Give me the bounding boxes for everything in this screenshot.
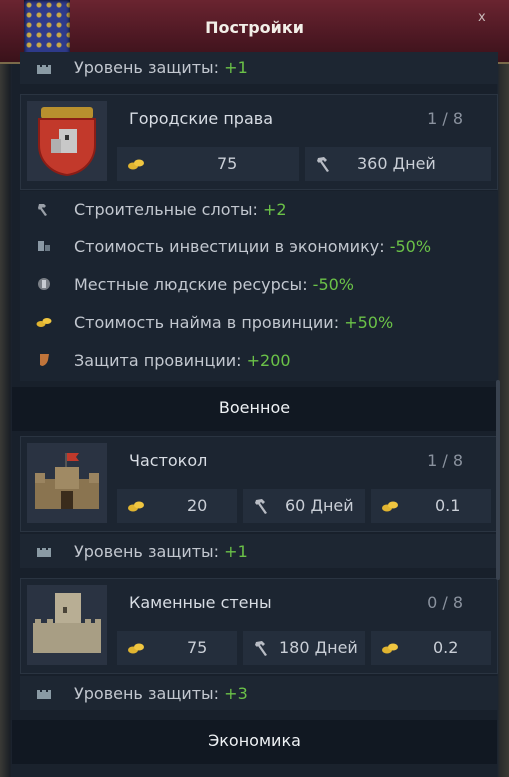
effect-row: Строительные слоты: +2 xyxy=(20,192,498,226)
building-card-city-rights[interactable]: Городские права 1 / 8 75 360 Дней xyxy=(20,94,498,190)
hammer-icon xyxy=(255,499,267,514)
effect-value: +1 xyxy=(224,542,248,561)
upkeep-value: 0.2 xyxy=(433,638,459,657)
effect-value: +200 xyxy=(246,351,291,370)
effect-row: Стоимость найма в провинции: +50% xyxy=(20,305,498,339)
panel-bottom xyxy=(12,764,497,777)
section-header-economy: Экономика xyxy=(12,720,497,764)
scrollbar-thumb[interactable] xyxy=(496,380,500,580)
effect-text: Уровень защиты: +3 xyxy=(74,684,248,703)
time-value: 60 Дней xyxy=(285,496,354,515)
fortress-icon xyxy=(37,548,51,557)
time-pill: 360 Дней xyxy=(305,147,491,181)
building-level: 1 / 8 xyxy=(427,109,463,128)
gold-coins-icon xyxy=(382,501,398,512)
manpower-icon xyxy=(38,278,50,290)
building-level: 1 / 8 xyxy=(427,451,463,470)
building-name: Каменные стены xyxy=(129,593,272,612)
effect-value: +3 xyxy=(224,684,248,703)
building-card-stone-walls[interactable]: Каменные стены 0 / 8 75 180 Дней 0.2 xyxy=(20,578,498,674)
effect-row: Стоимость инвестиции в экономику: -50% xyxy=(20,229,498,263)
defense-level-text: Уровень защиты: +1 xyxy=(74,58,248,77)
effect-text: Стоимость инвестиции в экономику: -50% xyxy=(74,237,431,256)
cost-value: 20 xyxy=(187,496,208,515)
effect-value: -50% xyxy=(312,275,355,294)
stone-walls-icon xyxy=(27,585,107,665)
gold-coins-icon xyxy=(128,643,144,654)
upkeep-pill: 0.1 xyxy=(371,489,491,523)
building-name: Частокол xyxy=(129,451,208,470)
effect-label: Стоимость инвестиции в экономику: xyxy=(74,237,385,256)
effect-value: +50% xyxy=(344,313,394,332)
time-value: 180 Дней xyxy=(279,638,358,657)
defense-level-row: Уровень защиты: +1 xyxy=(20,52,498,84)
defense-level-row: Уровень защиты: +1 xyxy=(20,534,498,568)
city-rights-icon xyxy=(27,101,107,181)
time-pill: 180 Дней xyxy=(243,631,365,665)
effect-label: Местные людские ресурсы: xyxy=(74,275,308,294)
cost-pill: 75 xyxy=(117,631,237,665)
economy-icon xyxy=(38,241,50,251)
fortress-icon xyxy=(37,690,51,699)
gold-coins-icon xyxy=(36,318,52,327)
effect-label: Строительные слоты: xyxy=(74,200,258,219)
section-header-military: Военное xyxy=(12,387,497,431)
defense-level-value: +1 xyxy=(224,58,248,77)
effect-text: Стоимость найма в провинции: +50% xyxy=(74,313,393,332)
shield-icon xyxy=(40,354,49,366)
effect-label: Уровень защиты: xyxy=(74,684,220,703)
building-card-palisade[interactable]: Частокол 1 / 8 20 60 Дней 0.1 xyxy=(20,436,498,532)
effect-value: +2 xyxy=(262,200,287,219)
effect-value: -50% xyxy=(389,237,432,256)
time-value: 360 Дней xyxy=(357,154,436,173)
time-pill: 60 Дней xyxy=(243,489,365,523)
effect-text: Уровень защиты: +1 xyxy=(74,542,248,561)
building-level: 0 / 8 xyxy=(427,593,463,612)
effect-label: Защита провинции: xyxy=(74,351,242,370)
gold-coins-icon xyxy=(382,643,398,654)
effect-text: Местные людские ресурсы: -50% xyxy=(74,275,354,294)
close-button[interactable]: x xyxy=(478,10,486,25)
section-title: Военное xyxy=(218,398,291,417)
hammer-icon xyxy=(255,641,267,656)
hammer-icon xyxy=(317,157,329,172)
effect-text: Строительные слоты: +2 xyxy=(74,200,287,219)
hammer-icon xyxy=(38,204,47,216)
upkeep-pill: 0.2 xyxy=(371,631,491,665)
cost-value: 75 xyxy=(187,638,208,657)
palisade-icon xyxy=(27,443,107,523)
window-title: Постройки xyxy=(205,18,304,37)
defense-level-label: Уровень защиты: xyxy=(74,58,220,77)
fortress-icon xyxy=(37,65,51,74)
gold-coins-icon xyxy=(128,159,144,170)
effect-label: Стоимость найма в провинции: xyxy=(74,313,340,332)
effect-row: Защита провинции: +200 xyxy=(20,343,498,377)
cost-pill: 20 xyxy=(117,489,237,523)
defense-level-row: Уровень защиты: +3 xyxy=(20,676,498,710)
cost-value: 75 xyxy=(217,154,238,173)
building-name: Городские права xyxy=(129,109,273,128)
gold-coins-icon xyxy=(128,501,144,512)
effect-row: Местные людские ресурсы: -50% xyxy=(20,267,498,301)
effect-text: Защита провинции: +200 xyxy=(74,351,291,370)
cost-pill: 75 xyxy=(117,147,299,181)
section-title: Экономика xyxy=(208,731,301,750)
upkeep-value: 0.1 xyxy=(435,496,461,515)
effect-label: Уровень защиты: xyxy=(74,542,220,561)
